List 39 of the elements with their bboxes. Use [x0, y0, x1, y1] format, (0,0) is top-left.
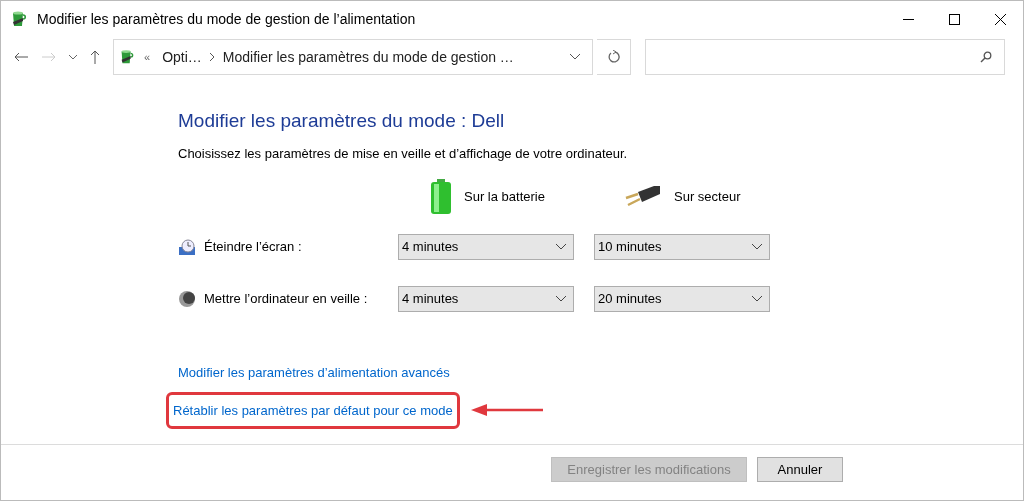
address-bar[interactable]: « Opti… Modifier les paramètres du mode de gestion … — [113, 39, 593, 75]
minimize-icon — [902, 18, 914, 20]
refresh-button[interactable] — [597, 39, 631, 75]
dropdown[interactable]: 10 minutes — [594, 233, 770, 260]
moon-icon — [178, 289, 196, 308]
breadcrumb-overflow[interactable]: « — [144, 48, 151, 66]
chevron-down-icon — [752, 295, 762, 302]
dropdown[interactable]: 4 minutes — [398, 285, 574, 312]
monitor-clock-icon — [178, 237, 196, 256]
back-arrow-icon — [14, 52, 28, 62]
chevron-down-icon — [556, 295, 566, 302]
dropdown[interactable]: 4 minutes — [398, 233, 574, 260]
setting-label: Éteindre l’écran : — [204, 237, 302, 256]
chevron-down-icon[interactable] — [570, 54, 580, 60]
power-plug-icon — [624, 186, 662, 208]
search-field[interactable] — [645, 39, 1005, 75]
cancel-button[interactable]: Annuler — [757, 457, 843, 482]
settings-link[interactable]: Modifier les paramètres d’alimentation avancés — [178, 363, 450, 383]
close-icon — [994, 13, 1006, 25]
breadcrumb[interactable]: Modifier les paramètres du mode de gestion … — [222, 46, 514, 68]
search-icon — [980, 51, 992, 63]
setting-label: Mettre l’ordinateur en veille : — [204, 289, 368, 308]
battery-icon — [430, 179, 452, 215]
settings-link[interactable]: Rétablir les paramètres par défaut pour ce mode — [169, 394, 457, 426]
chevron-down-icon — [69, 54, 77, 60]
window-title: Modifier les paramètres du mode de gestion de l’alimentation — [37, 9, 416, 29]
chevron-down-icon — [556, 243, 566, 250]
chevron-down-icon — [752, 243, 762, 250]
forward-arrow-icon — [42, 52, 56, 62]
breadcrumb[interactable]: Opti… — [162, 46, 202, 68]
column-header: Sur la batterie — [464, 188, 545, 207]
refresh-icon — [606, 50, 621, 64]
up-arrow-icon — [90, 50, 100, 64]
chevron-right-icon — [209, 53, 215, 61]
dropdown[interactable]: 20 minutes — [594, 285, 770, 312]
page-heading: Modifier les paramètres du mode : Dell — [178, 109, 506, 133]
maximize-icon — [948, 13, 960, 25]
column-header: Sur secteur — [674, 188, 741, 207]
page-description: Choisissez les paramètres de mise en veille et d’affichage de votre ordinateur. — [178, 144, 629, 163]
